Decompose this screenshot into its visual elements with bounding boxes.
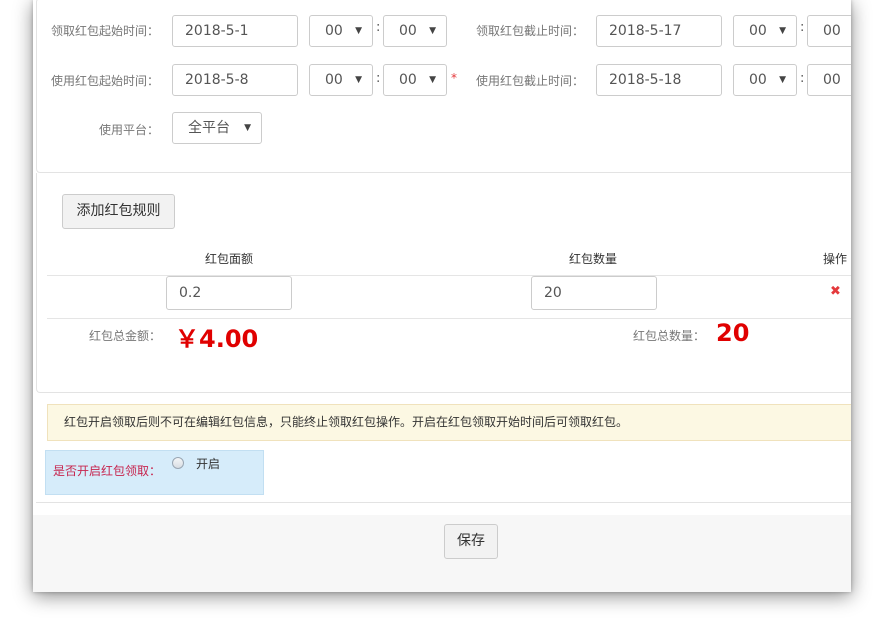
enable-radio[interactable] — [172, 457, 184, 469]
use-end-minute-select[interactable]: 00▼ — [807, 64, 851, 96]
add-rule-button[interactable]: 添加红包规则 — [62, 194, 175, 229]
total-amount-value: ￥4.00 — [175, 325, 259, 353]
column-header-count: 红包数量 — [568, 252, 617, 266]
use-start-date-input[interactable]: 2018-5-8 — [172, 64, 298, 96]
receive-start-minute-select[interactable]: 00 ▼ — [383, 15, 447, 47]
use-start-label: 使用红包起始时间： — [50, 74, 159, 88]
time-separator: : — [376, 20, 381, 35]
chevron-down-icon: ▼ — [779, 26, 786, 36]
chevron-down-icon: ▼ — [355, 75, 362, 85]
receive-start-label: 领取红包起始时间： — [50, 24, 159, 38]
time-separator: : — [800, 71, 805, 86]
use-start-minute-select[interactable]: 00 ▼ — [383, 64, 447, 96]
count-input[interactable]: 20 — [531, 276, 657, 310]
enable-option-label: 开启 — [196, 457, 221, 471]
time-separator: : — [800, 20, 805, 35]
amount-input[interactable]: 0.2 — [166, 276, 292, 310]
receive-end-hour-select[interactable]: 00 ▼ — [733, 15, 797, 47]
platform-label: 使用平台： — [98, 123, 159, 137]
chevron-down-icon: ▼ — [429, 26, 436, 36]
use-start-hour-select[interactable]: 00 ▼ — [309, 64, 373, 96]
chevron-down-icon: ▼ — [429, 75, 436, 85]
receive-end-date-input[interactable]: 2018-5-17 — [596, 15, 722, 47]
total-count-label: 红包总数量： — [632, 329, 705, 343]
platform-select[interactable]: 全平台 ▼ — [172, 112, 262, 144]
receive-start-date-input[interactable]: 2018-5-1 — [172, 15, 298, 47]
required-mark: * — [451, 71, 457, 85]
notice-alert: 红包开启领取后则不可在编辑红包信息，只能终止领取红包操作。开启在红包领取开始时间… — [47, 404, 851, 441]
chevron-down-icon: ▼ — [779, 75, 786, 85]
receive-start-hour-select[interactable]: 00 ▼ — [309, 15, 373, 47]
use-end-hour-select[interactable]: 00 ▼ — [733, 64, 797, 96]
time-separator: : — [376, 71, 381, 86]
total-count-value: 20 — [716, 319, 750, 347]
save-button[interactable]: 保存 — [444, 524, 498, 559]
use-end-date-input[interactable]: 2018-5-18 — [596, 64, 722, 96]
receive-end-label: 领取红包截止时间： — [475, 24, 584, 38]
column-header-action: 操作 — [822, 252, 847, 266]
use-end-label: 使用红包截止时间： — [475, 74, 584, 88]
toggle-label: 是否开启红包领取： — [53, 464, 162, 478]
receive-end-minute-select[interactable]: 00▼ — [807, 15, 851, 47]
chevron-down-icon: ▼ — [244, 123, 251, 133]
chevron-down-icon: ▼ — [355, 26, 362, 36]
delete-icon[interactable]: ✖ — [830, 284, 841, 299]
column-header-amount: 红包面额 — [204, 252, 253, 266]
total-amount-label: 红包总金额： — [88, 329, 161, 343]
form-window: 领取红包起始时间： 2018-5-1 00 ▼ : 00 ▼ 领取红包截止时间： 2… — [33, 0, 851, 592]
footer-bar — [33, 515, 851, 592]
